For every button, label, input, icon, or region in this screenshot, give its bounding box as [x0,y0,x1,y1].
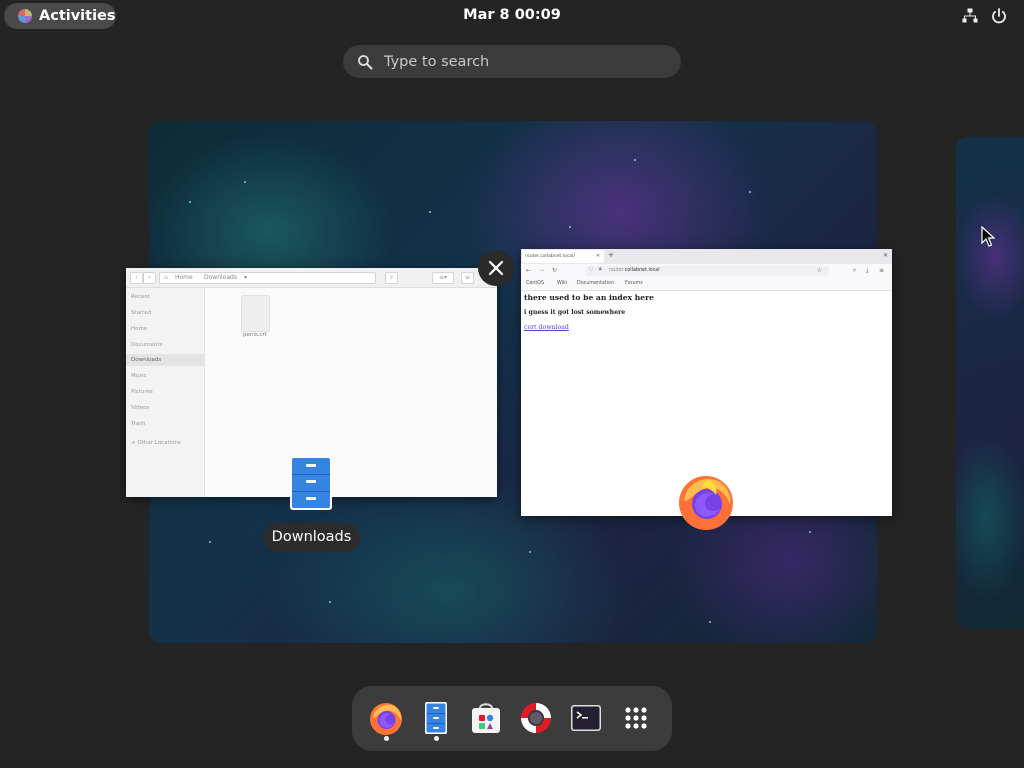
files-icon[interactable] [418,700,454,736]
wallpaper-star [209,541,211,543]
url-bar: router.collabnet.local [585,266,829,276]
tab-close-icon: ✕ [596,253,601,259]
top-bar: Activities Mar 8 00:09 [0,0,1024,32]
workspace-thumbnail-next[interactable] [956,137,1024,628]
tab-title: router.collabnet.local/ [525,254,575,259]
search-icon: ⌕ [385,272,398,284]
wallpaper-star [569,226,571,228]
running-indicator [384,736,389,741]
downloads-icon: ⤓ [866,267,869,274]
sidebar-item-trash: Trash [131,421,146,427]
bookmark-wiki: Wiki [557,281,568,286]
bookmark-documentation: Documentation [577,281,614,286]
mouse-cursor-icon [981,226,995,247]
wallpaper-star [329,601,331,603]
search-icon [358,54,373,69]
wallpaper-star [529,551,531,553]
window-close-icon: ✕ [883,252,889,259]
forward-icon: → [539,267,545,274]
certificate-file-icon [241,295,270,332]
browser-tab: router.collabnet.local/ ✕ [522,250,604,263]
wallpaper-star [749,191,751,193]
reload-icon: ↻ [552,267,558,274]
wallpaper-star [709,621,711,623]
firefox-icon[interactable] [368,700,404,736]
nav-bar: ← → ↻ router.collabnet.local ◌ 🔒︎ ☆ ▿ ⤓ … [521,264,892,278]
sidebar-item-videos: Videos [131,405,150,411]
sidebar-item-downloads: Downloads [126,354,204,366]
search-bar[interactable] [343,45,681,78]
clock[interactable]: Mar 8 00:09 [0,7,1024,23]
url-domain: router. [609,268,625,273]
back-icon: ‹ [130,272,143,284]
wallpaper-star [244,181,246,183]
cert-download-link: cert download [524,324,569,331]
wallpaper-star [429,211,431,213]
path-bar: ⌂ Home Downloads ▾ [159,272,376,284]
page-heading: there used to be an index here [524,293,654,302]
bookmark-star-icon: ☆ [817,267,823,274]
sidebar-item-starred: Starred [131,310,152,316]
close-window-button[interactable] [478,250,514,286]
files-sidebar: Recent Starred Home Documents Downloads … [126,288,205,497]
back-icon: ← [526,267,532,274]
wallpaper-star [189,201,191,203]
sidebar-item-recent: Recent [131,294,151,300]
sidebar-item-pictures: Pictures [131,389,153,395]
sidebar-item-home: Home [131,326,148,332]
tab-bar: router.collabnet.local/ ✕ + ✕ [521,249,892,264]
window-title-label: Downloads [263,523,360,552]
files-app-icon [290,456,332,510]
bookmark-centos: CentOS [526,281,545,286]
power-icon[interactable] [990,7,1008,25]
shield-icon: ◌ [589,266,594,272]
menu-icon: ≡ [879,267,885,274]
search-input[interactable] [384,53,644,70]
firefox-app-icon [679,476,733,530]
file-name: penis.crt [243,332,267,338]
forward-icon: › [143,272,156,284]
url-host: collabnet.local [624,268,660,273]
help-icon[interactable] [518,700,554,736]
wallpaper-star [634,159,636,161]
lock-icon: 🔒︎ [599,266,602,272]
path-home: Home [175,274,193,281]
terminal-icon[interactable] [568,700,604,736]
wallpaper-star [809,531,811,533]
sidebar-item-music: Music [131,373,147,379]
software-icon[interactable] [468,700,504,736]
menu-icon: ≡ [461,272,474,284]
page-subheading: i guess it got lost somewhere [524,309,626,316]
sidebar-item-documents: Documents [131,342,163,348]
running-indicator [434,736,439,741]
new-tab-icon: + [608,251,614,259]
view-options-icon: ≡▾ [432,272,454,284]
files-headerbar: ‹ › ⌂ Home Downloads ▾ ⌕ ≡▾ ≡ [126,268,497,288]
sidebar-item-other-locations: + Other Locations [131,440,181,446]
dash-dock [352,686,672,751]
app-grid-icon[interactable] [618,700,654,736]
path-downloads: Downloads [204,274,237,281]
chevron-down-icon: ▾ [244,274,248,281]
bookmarks-toolbar: CentOS Wiki Documentation Forums [521,278,892,291]
pocket-icon: ▿ [853,267,857,274]
home-icon: ⌂ [164,274,168,281]
network-icon[interactable] [962,8,978,24]
bookmark-forums: Forums [625,281,643,286]
